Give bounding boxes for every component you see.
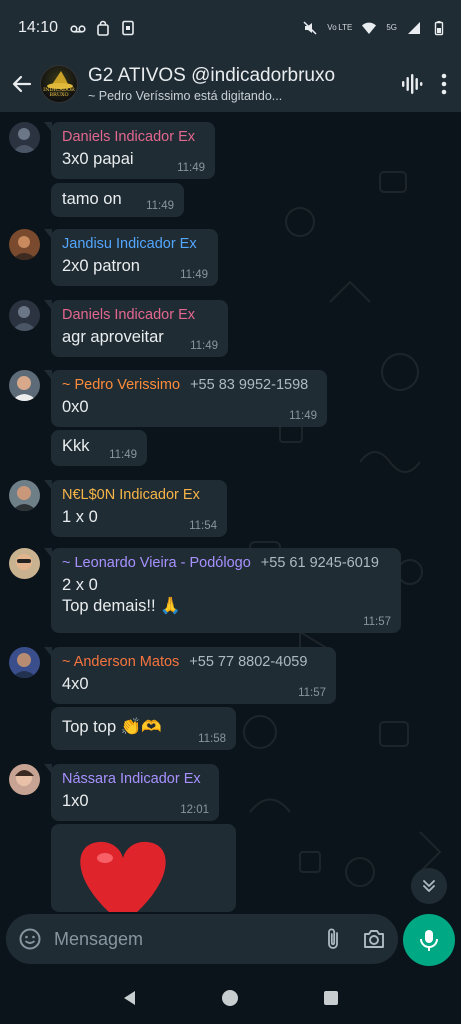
sender-name[interactable]: ~ Anderson Matos +55 77 8802-4059	[62, 653, 326, 671]
message-time: 11:49	[190, 340, 218, 352]
message-text: 2 x 0	[62, 576, 98, 594]
chevron-down-icon	[423, 880, 435, 892]
voice-message-button[interactable]	[403, 914, 455, 966]
sender-name[interactable]: Daniels Indicador Ex	[62, 128, 205, 146]
sticker-message[interactable]	[51, 824, 236, 912]
back-arrow-icon	[12, 75, 32, 93]
message-time: 11:57	[298, 687, 326, 699]
header-info[interactable]: G2 ATIVOS @indicadorbruxo ~ Pedro Veríss…	[88, 65, 399, 103]
status-time: 14:10	[18, 19, 59, 36]
message-time: 12:01	[180, 804, 209, 816]
message-bubble[interactable]: ~ Pedro Verissimo +55 83 9952-1598 0x0 11…	[44, 370, 327, 427]
message-bubble[interactable]: ~ Anderson Matos +55 77 8802-4059 4x0 11:…	[44, 647, 336, 704]
message-bubble[interactable]: Kkk 11:49	[51, 430, 147, 466]
sender-name[interactable]: N€L$0N Indicador Ex	[62, 486, 217, 504]
camera-icon[interactable]	[362, 928, 386, 950]
group-avatar-text: INDICADOR BRUXO	[43, 87, 75, 98]
message-time: 11:49	[289, 410, 317, 422]
sender-nickname: ~ Leonardo Vieira - Podólogo	[62, 555, 251, 571]
nav-recents-icon[interactable]	[321, 988, 341, 1008]
sender-name[interactable]: Nássara Indicador Ex	[62, 770, 209, 788]
heart-sticker	[80, 841, 166, 912]
sender-nickname: ~ Pedro Verissimo	[62, 377, 181, 393]
nav-back-icon[interactable]	[120, 988, 140, 1008]
attach-icon[interactable]	[322, 927, 344, 951]
avatar[interactable]	[9, 480, 40, 511]
message-bubble[interactable]: Top top 👏🫶 11:58	[51, 707, 236, 750]
screenshot-icon	[122, 20, 134, 36]
message-bubble[interactable]: Nássara Indicador Ex 1x0 12:01	[44, 764, 219, 821]
sender-name[interactable]: Jandisu Indicador Ex	[62, 235, 208, 253]
mute-icon	[303, 21, 317, 35]
network-label: 5G	[386, 23, 397, 32]
avatar[interactable]	[9, 548, 40, 579]
message-text: 0x0	[62, 398, 89, 416]
voicemail-icon	[70, 25, 86, 33]
scroll-down-button[interactable]	[411, 868, 447, 904]
wifi-icon	[362, 22, 377, 34]
avatar[interactable]	[9, 764, 40, 795]
typing-status: ~ Pedro Veríssimo está digitando...	[88, 89, 283, 103]
message-input[interactable]: Mensagem	[54, 929, 304, 950]
chat-area[interactable]: Daniels Indicador Ex 3x0 papai 11:49 tam…	[0, 112, 461, 912]
avatar[interactable]	[9, 300, 40, 331]
group-avatar[interactable]: INDICADOR BRUXO	[40, 65, 78, 103]
message-bubble[interactable]: Daniels Indicador Ex agr aproveitar 11:4…	[44, 300, 228, 357]
sender-name[interactable]: ~ Pedro Verissimo +55 83 9952-1598	[62, 376, 317, 394]
message-text-line2: Top demais!! 🙏	[62, 597, 181, 615]
battery-icon	[434, 21, 444, 36]
message-text: 4x0	[62, 675, 89, 693]
message-time: 11:58	[198, 733, 226, 745]
signal-icon	[408, 22, 420, 34]
message-time: 11:49	[177, 162, 205, 174]
message-time: 11:49	[180, 269, 208, 281]
avatar[interactable]	[9, 122, 40, 153]
group-name: G2 ATIVOS @indicadorbruxo	[88, 65, 336, 86]
message-bubble[interactable]: ~ Leonardo Vieira - Podólogo +55 61 9245-…	[44, 548, 401, 633]
message-bubble[interactable]: tamo on 11:49	[51, 183, 184, 217]
sender-nickname: ~ Anderson Matos	[62, 654, 180, 670]
avatar[interactable]	[9, 229, 40, 260]
message-time: 11:54	[189, 520, 217, 532]
message-bubble[interactable]: N€L$0N Indicador Ex 1 x 0 11:54	[44, 480, 227, 537]
volte-label: Vo LTE	[327, 23, 353, 32]
message-time: 11:49	[146, 200, 174, 212]
sender-phone: +55 77 8802-4059	[189, 654, 308, 670]
sender-phone: +55 83 9952-1598	[190, 377, 309, 393]
more-options-icon[interactable]	[441, 73, 447, 95]
sender-phone: +55 61 9245-6019	[260, 555, 379, 571]
avatar[interactable]	[9, 370, 40, 401]
message-time: 11:49	[109, 449, 137, 461]
shopping-bag-icon	[97, 20, 109, 36]
message-composer: Mensagem	[6, 914, 398, 964]
status-bar: 14:10 Vo LTE 5G	[0, 0, 461, 56]
message-time: 11:57	[363, 616, 391, 628]
back-button[interactable]	[4, 66, 40, 102]
emoji-icon[interactable]	[18, 927, 42, 951]
sender-name[interactable]: ~ Leonardo Vieira - Podólogo +55 61 9245-…	[62, 554, 391, 572]
message-bubble[interactable]: Jandisu Indicador Ex 2x0 patron 11:49	[44, 229, 218, 286]
chat-header: INDICADOR BRUXO G2 ATIVOS @indicadorbrux…	[0, 56, 461, 112]
system-nav-bar	[0, 972, 461, 1024]
voice-call-icon[interactable]	[399, 72, 423, 96]
message-bubble[interactable]: Daniels Indicador Ex 3x0 papai 11:49	[44, 122, 215, 179]
avatar[interactable]	[9, 647, 40, 678]
mic-icon	[420, 930, 438, 951]
nav-home-icon[interactable]	[220, 988, 240, 1008]
sender-name[interactable]: Daniels Indicador Ex	[62, 306, 218, 324]
